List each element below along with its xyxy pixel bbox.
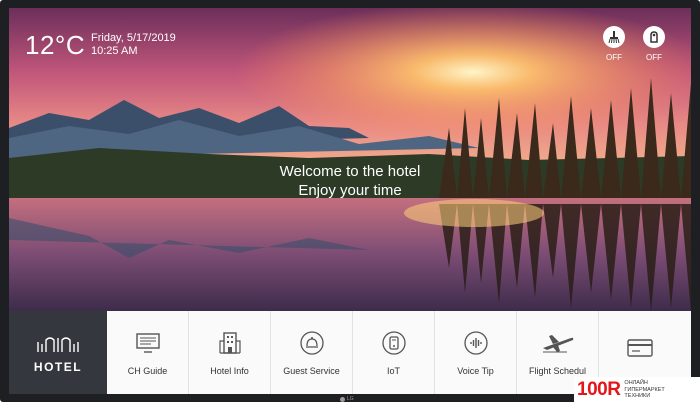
lg-logo-icon [340, 396, 345, 402]
date-time: Friday, 5/17/2019 10:25 AM [91, 32, 176, 58]
menu-item-label: Flight Schedul [528, 365, 587, 376]
smart-device-icon [381, 330, 407, 356]
welcome-title: Welcome to the hotel [279, 163, 421, 180]
tv-bezel: 12°C Friday, 5/17/2019 10:25 AM OFF OFF … [0, 0, 700, 402]
menu-item-iot[interactable]: IoT [353, 311, 435, 394]
menu-item-label: Hotel Info [210, 365, 249, 376]
menu-item-label: Guest Service [283, 365, 340, 376]
menu-item-guest-service[interactable]: Guest Service [271, 311, 353, 394]
room-status-toggles: OFF OFF [601, 26, 667, 62]
menu-item-ch-guide[interactable]: CH Guide [107, 311, 189, 394]
tv-brand-logo: LG [340, 396, 354, 402]
menu-item-label: Voice Tip [457, 365, 494, 376]
menu-item-label: CH Guide [127, 365, 168, 376]
tv-guide-icon [135, 330, 161, 356]
card-icon [626, 335, 654, 361]
menu-item-voice-tip[interactable]: Voice Tip [435, 311, 517, 394]
do-not-disturb-toggle[interactable]: OFF [641, 26, 667, 62]
menu-item-label: IoT [386, 365, 400, 376]
tv-brand-text: LG [347, 396, 354, 402]
cleaning-icon [603, 26, 625, 48]
store-watermark: 100R ОНЛАЙН ГИПЕРМАРКЕТ ТЕХНИКИ [574, 377, 700, 403]
cleaning-toggle[interactable]: OFF [601, 26, 627, 62]
cleaning-state: OFF [606, 53, 622, 62]
store-tagline: ОНЛАЙН ГИПЕРМАРКЕТ ТЕХНИКИ [624, 380, 664, 400]
store-tagline-line: ОНЛАЙН [624, 380, 648, 387]
time-text: 10:25 AM [91, 45, 138, 57]
welcome-subtitle: Enjoy your time [298, 182, 402, 199]
welcome-message: Welcome to the hotel Enjoy your time [9, 163, 691, 199]
date-text: Friday, 5/17/2019 [91, 32, 176, 44]
menu-item-hotel-info[interactable]: Hotel Info [189, 311, 271, 394]
airplane-icon [541, 330, 575, 356]
tv-screen: 12°C Friday, 5/17/2019 10:25 AM OFF OFF … [9, 8, 691, 394]
temperature-readout: 12°C [25, 30, 86, 60]
store-tagline-line: ТЕХНИКИ [624, 393, 651, 400]
do-not-disturb-icon [643, 26, 665, 48]
store-tagline-line: ГИПЕРМАРКЕТ [624, 386, 665, 393]
voice-icon [463, 330, 489, 356]
hotel-logo-icon [37, 336, 79, 352]
store-name: 100R [577, 379, 621, 400]
hotel-brand-tile[interactable]: HOTEL [9, 311, 107, 394]
hotel-brand-label: HOTEL [33, 359, 83, 374]
room-service-bell-icon [299, 330, 325, 356]
do-not-disturb-state: OFF [646, 53, 662, 62]
building-icon [217, 330, 243, 356]
